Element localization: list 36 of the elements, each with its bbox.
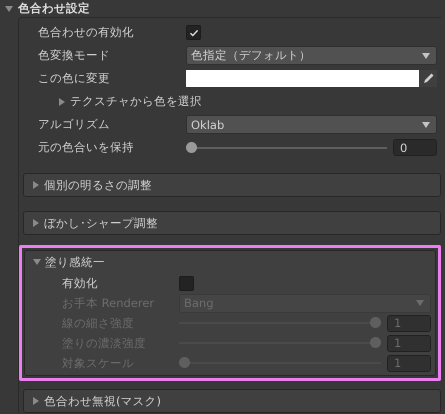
expanded-arrow-icon[interactable] — [5, 4, 13, 12]
foldout-label[interactable]: テクスチャから色を選択 — [70, 94, 202, 109]
slider[interactable] — [179, 317, 381, 329]
expanded-arrow-icon[interactable] — [33, 258, 41, 266]
number-field[interactable]: 0 — [393, 139, 437, 156]
field-label: この色に変更 — [37, 71, 111, 86]
dropdown-arrow-icon — [416, 300, 424, 306]
color-field[interactable] — [186, 70, 419, 87]
field-label: 有効化 — [61, 276, 99, 290]
dropdown-arrow-icon — [422, 122, 430, 128]
foldout-label[interactable]: ぼかし･シャープ調整 — [44, 216, 158, 230]
foldout-header[interactable]: 色合わせ無視(マスク) — [23, 389, 441, 413]
foldout-label[interactable]: 色合わせ無視(マスク) — [44, 394, 161, 408]
slider[interactable] — [179, 357, 381, 369]
dropdown-arrow-icon — [422, 52, 430, 58]
foldout-label[interactable]: 塗り感統一 — [45, 254, 105, 270]
slider[interactable] — [186, 142, 387, 154]
section-title[interactable]: 色合わせ設定 — [18, 1, 90, 16]
collapsed-arrow-icon[interactable] — [32, 219, 40, 227]
checkmark-icon — [188, 28, 198, 38]
slider-thumb[interactable] — [186, 142, 197, 152]
field-label: 元の色合いを保持 — [37, 140, 135, 155]
collapsed-arrow-icon[interactable] — [32, 181, 40, 189]
foldout-label[interactable]: 個別の明るさの調整 — [44, 178, 152, 192]
collapsed-arrow-icon[interactable] — [58, 98, 66, 106]
collapsed-arrow-icon[interactable] — [32, 397, 40, 405]
foldout-header[interactable]: 個別の明るさの調整 — [23, 173, 441, 197]
dropdown[interactable]: 色指定（デフォルト） — [186, 46, 437, 65]
checkbox[interactable] — [179, 276, 194, 290]
field-label: 色合わせの有効化 — [37, 25, 135, 40]
slider[interactable] — [179, 337, 381, 349]
field-label: アルゴリズム — [37, 117, 111, 132]
foldout-header[interactable]: ぼかし･シャープ調整 — [23, 211, 441, 235]
dropdown[interactable]: Oklab — [186, 115, 437, 134]
checkbox[interactable] — [186, 25, 201, 40]
field-label: 色変換モード — [37, 48, 111, 63]
